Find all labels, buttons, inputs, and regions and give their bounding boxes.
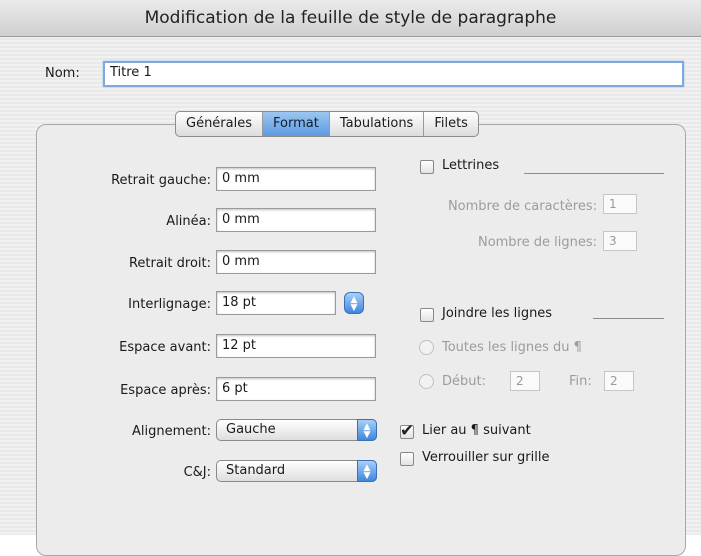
joindre-label: Joindre les lignes (442, 306, 553, 321)
interlignage-label: Interlignage: (128, 297, 211, 312)
retrait-gauche-label: Retrait gauche: (111, 173, 211, 188)
cj-label: C&J: (183, 465, 211, 480)
nb-lignes-label: Nombre de lignes: (477, 235, 597, 250)
debut-input[interactable]: 2 (510, 371, 540, 391)
nb-caracteres-label: Nombre de caractères: (447, 199, 597, 214)
espace-avant-input[interactable]: 12 pt (216, 334, 376, 358)
fin-input[interactable]: 2 (604, 371, 634, 391)
alignement-value: Gauche (226, 422, 276, 437)
alinea-input[interactable]: 0 mm (216, 208, 376, 232)
cj-value: Standard (226, 463, 286, 478)
verrouiller-checkbox[interactable] (400, 452, 414, 466)
retrait-droit-label: Retrait droit: (128, 256, 211, 271)
toutes-lignes-radio[interactable] (419, 340, 434, 355)
espace-avant-label: Espace avant: (119, 340, 211, 355)
tab-format[interactable]: Format (263, 112, 330, 136)
tab-filets[interactable]: Filets (424, 112, 478, 136)
tab-generales[interactable]: Générales (176, 112, 264, 136)
lettrines-divider (524, 173, 664, 174)
window-title: Modification de la feuille de style de p… (0, 0, 701, 37)
debut-radio[interactable] (419, 374, 434, 389)
espace-apres-input[interactable]: 6 pt (216, 377, 376, 401)
alinea-label: Alinéa: (166, 214, 211, 229)
updown-arrows-icon: ▲ ▼ (357, 419, 377, 441)
alignement-label: Alignement: (132, 424, 211, 439)
verrouiller-label: Verrouiller sur grille (422, 450, 550, 465)
tab-bar: Générales Format Tabulations Filets (175, 111, 479, 137)
lettrines-label: Lettrines (442, 158, 500, 173)
lier-label: Lier au ¶ suivant (422, 423, 531, 438)
fin-label: Fin: (569, 374, 592, 389)
updown-arrows-icon: ▲ ▼ (357, 460, 377, 482)
toutes-lignes-label: Toutes les lignes du ¶ (442, 340, 582, 355)
cj-select[interactable]: Standard ▲ ▼ (216, 460, 377, 482)
nb-lignes-input[interactable]: 3 (603, 231, 637, 251)
retrait-droit-input[interactable]: 0 mm (216, 250, 376, 274)
nb-caracteres-input[interactable]: 1 (603, 194, 637, 214)
lettrines-checkbox[interactable] (420, 160, 434, 174)
interlignage-stepper-icon[interactable]: ▲ ▼ (344, 292, 364, 314)
joindre-divider (593, 318, 664, 319)
dialog-window: Modification de la feuille de style de p… (0, 0, 701, 556)
name-input[interactable]: Titre 1 (103, 61, 684, 87)
name-label: Nom: (45, 66, 80, 81)
debut-label: Début: (442, 374, 486, 389)
interlignage-input[interactable]: 18 pt (216, 291, 336, 315)
alignement-select[interactable]: Gauche ▲ ▼ (216, 419, 377, 441)
retrait-gauche-input[interactable]: 0 mm (216, 167, 376, 191)
lier-checkbox[interactable] (400, 421, 414, 441)
tab-tabulations[interactable]: Tabulations (330, 112, 425, 136)
joindre-checkbox[interactable] (420, 308, 434, 322)
espace-apres-label: Espace après: (120, 383, 211, 398)
